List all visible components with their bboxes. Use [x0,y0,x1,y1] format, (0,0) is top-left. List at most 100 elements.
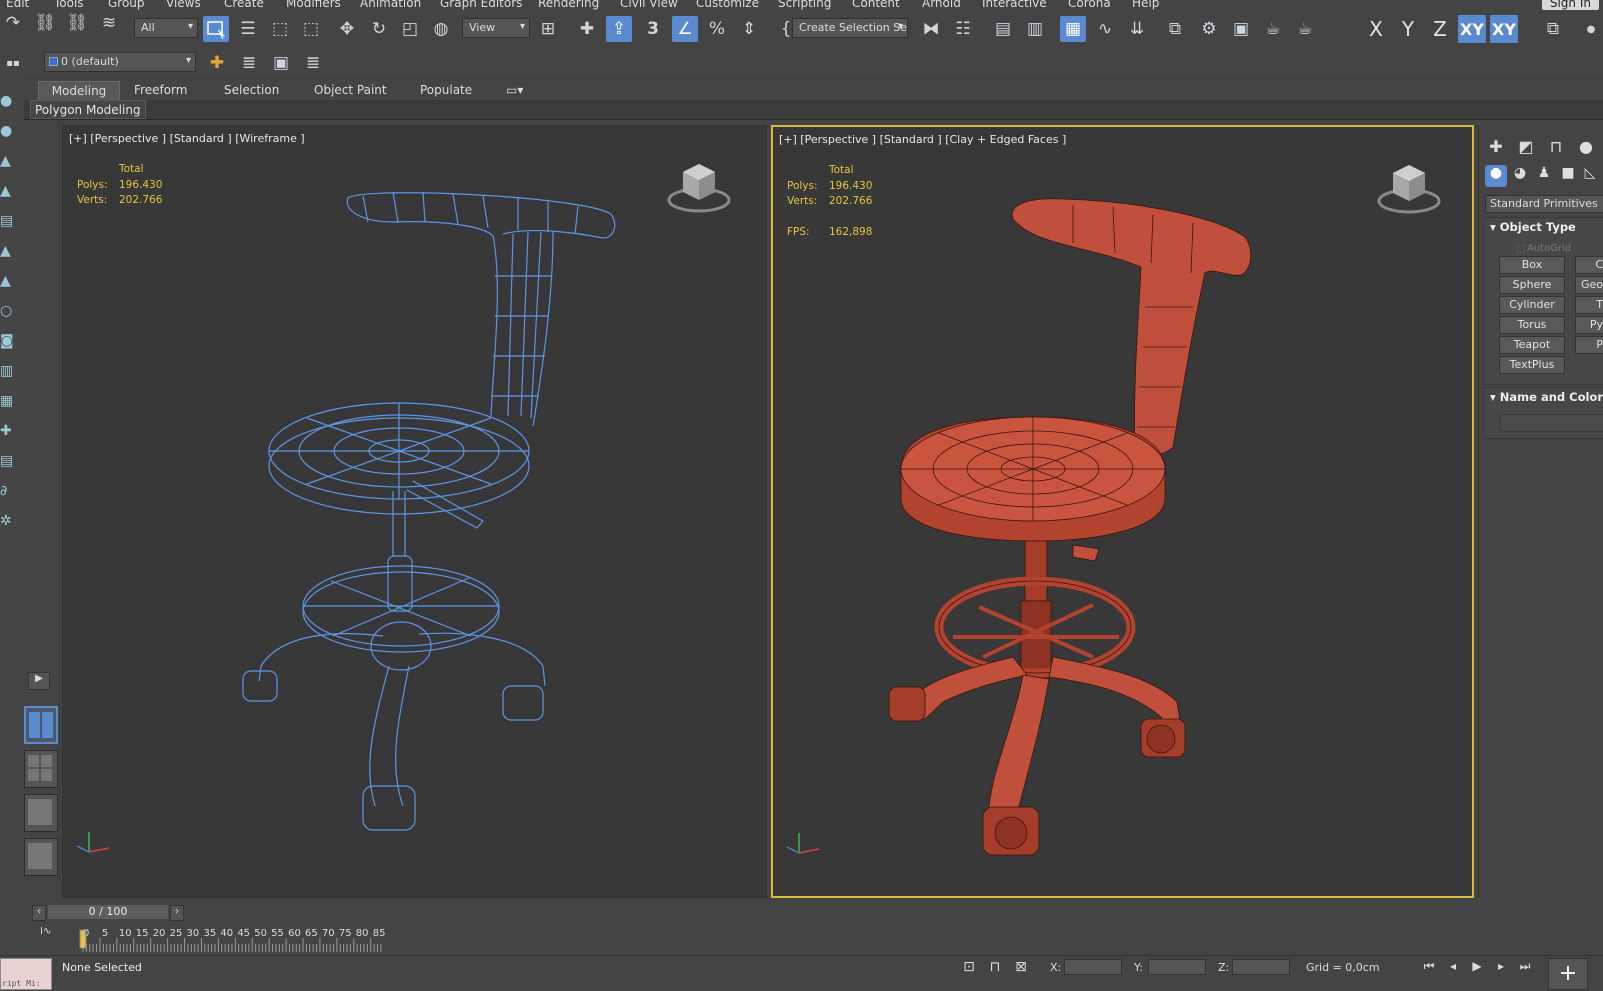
pivot-center-icon[interactable]: ⊞ [535,16,561,42]
cameras-icon[interactable]: ■ [1557,165,1579,187]
name-and-color-header[interactable]: ▾ Name and Color [1484,388,1603,406]
add-to-layer-icon[interactable]: ▣ [268,50,294,76]
rendered-frame-window-icon[interactable]: ▣ [1228,16,1254,42]
menu-arnold[interactable]: Arnold [922,0,961,10]
next-frame-arrow-icon[interactable]: › [170,905,184,921]
workspace-icon[interactable]: ⧉ [1540,16,1566,42]
play-icon[interactable]: ▶ [1468,959,1486,975]
scene-explorer-icon[interactable]: ▤ [990,16,1016,42]
split-icon[interactable]: ▥ [0,362,16,380]
layout-alt-viewport-button[interactable] [24,838,58,876]
more-icon[interactable]: ● [1578,16,1603,42]
axis-xy-cycle-button[interactable]: XY [1490,15,1518,43]
create-icon[interactable]: ▲ [0,152,16,170]
list-icon[interactable]: ▤ [0,212,16,230]
autogrid-checkbox[interactable] [1517,245,1525,253]
menu-group[interactable]: Group [108,0,145,10]
material-editor-icon[interactable]: ⧉ [1162,16,1188,42]
select-icon[interactable]: ▲ [0,272,16,290]
helper-icon[interactable]: ✚ [0,422,16,440]
spline-icon[interactable]: ∂ [0,482,16,500]
render-production-icon[interactable]: ☕ [1260,16,1286,42]
teapot-button[interactable]: Teapot [1499,336,1565,354]
angle-snap-icon[interactable]: ∠ [672,16,698,42]
render-setup-icon[interactable]: ⚙ [1196,16,1222,42]
sign-in-button[interactable]: Sign In [1541,0,1599,10]
rectangle-selection-icon[interactable]: ⬚ [267,16,293,42]
modify-tab-icon[interactable]: ◩ [1515,137,1537,159]
object-name-field[interactable] [1500,414,1603,432]
menu-tools[interactable]: Tools [54,0,84,10]
menu-content[interactable]: Content [852,0,900,10]
tab-populate[interactable]: Populate [412,81,480,100]
plane-button[interactable]: P [1575,336,1603,354]
maxscript-listener[interactable]: ript Mi: [0,958,52,990]
isolate-icon[interactable]: ⊡ [960,959,978,975]
menu-create[interactable]: Create [224,0,264,10]
layer-handle-icon[interactable]: ▪▪ [0,50,26,76]
menu-graph-editors[interactable]: Graph Editors [440,0,522,10]
scale-icon[interactable]: ◰ [397,16,423,42]
object-type-header[interactable]: ▾ Object Type [1484,218,1603,236]
go-to-end-icon[interactable]: ⏭ [1516,959,1534,975]
menu-scripting[interactable]: Scripting [778,0,831,10]
lights-icon[interactable]: ♟ [1533,165,1555,187]
layer-explorer-icon[interactable]: ▥ [1022,16,1048,42]
polygon-modeling-panel[interactable]: Polygon Modeling [30,100,146,119]
move-icon[interactable]: ✥ [334,16,360,42]
layout-two-viewports-button[interactable] [24,706,58,744]
menu-civil-view[interactable]: Civil View [620,0,678,10]
toggle-ribbon-icon[interactable]: ▦ [1060,16,1086,42]
pointer-icon[interactable]: ▲ [0,242,16,260]
link-icon[interactable]: ⛓ [32,10,58,36]
shapes-icon[interactable]: ◕ [1509,165,1531,187]
tab-modeling[interactable]: Modeling [38,81,120,100]
geometry-icon[interactable]: ● [1485,165,1507,187]
z-coord-field[interactable] [1232,959,1290,975]
helpers-icon[interactable]: ◺ [1579,165,1601,187]
layer-dropdown[interactable]: 0 (default) [44,52,196,72]
chair-clay-model[interactable] [773,127,1474,898]
axis-xy-button[interactable]: XY [1458,15,1486,43]
align-icon[interactable]: ☷ [950,16,976,42]
shapes-icon[interactable]: ▲ [0,182,16,200]
primitive-category-dropdown[interactable]: Standard Primitives [1485,195,1603,213]
cylinder-button[interactable]: Cylinder [1499,296,1565,314]
next-frame-icon[interactable]: ▸ [1492,959,1510,975]
frame-icon[interactable]: ▤ [0,452,16,470]
absolute-mode-icon[interactable]: ⊠ [1012,959,1030,975]
select-manipulate-icon[interactable]: ✚ [574,16,600,42]
spinner-snap-icon[interactable]: ⇕ [736,16,762,42]
ribbon-options-icon[interactable]: ▭▾ [498,81,531,100]
viewport-perspective-clay[interactable]: [+] [Perspective ] [Standard ] [Clay + E… [771,125,1474,898]
menu-interactive[interactable]: Interactive [982,0,1047,10]
tube-button[interactable]: T [1575,296,1603,314]
lock-icon[interactable]: ⊓ [986,959,1004,975]
layer-stack-icon[interactable]: ≣ [300,50,326,76]
select-object-icon[interactable] [203,16,229,42]
chair-wireframe-model[interactable] [63,126,767,898]
go-to-start-icon[interactable]: ⏮ [1420,959,1438,975]
box-icon[interactable]: ◙ [0,332,16,350]
mirror-icon[interactable]: ⧓ [918,16,944,42]
pyramid-button[interactable]: Py [1575,316,1603,334]
x-coord-field[interactable] [1064,959,1122,975]
layout-single-viewport-button[interactable] [24,794,58,832]
create-layer-icon[interactable]: ✚ [204,50,230,76]
y-coord-field[interactable] [1148,959,1206,975]
schematic-view-icon[interactable]: ⇊ [1124,16,1150,42]
layout-four-viewports-button[interactable] [24,750,58,788]
hierarchy-tab-icon[interactable]: ⊓ [1545,137,1567,159]
tab-freeform[interactable]: Freeform [126,81,195,100]
placement-icon[interactable]: ◍ [428,16,454,42]
light-icon[interactable]: ● [0,92,16,110]
keyboard-shortcut-override-icon[interactable]: ⇪ [606,16,632,42]
menu-views[interactable]: Views [166,0,201,10]
grid-icon[interactable]: ▦ [0,392,16,410]
create-tab-icon[interactable]: ✚ [1485,137,1507,159]
menu-corona[interactable]: Corona [1068,0,1111,10]
menu-customize[interactable]: Customize [696,0,759,10]
menu-rendering[interactable]: Rendering [538,0,599,10]
bulb-icon[interactable]: ✲ [0,512,16,530]
menu-edit[interactable]: Edit [6,0,29,10]
